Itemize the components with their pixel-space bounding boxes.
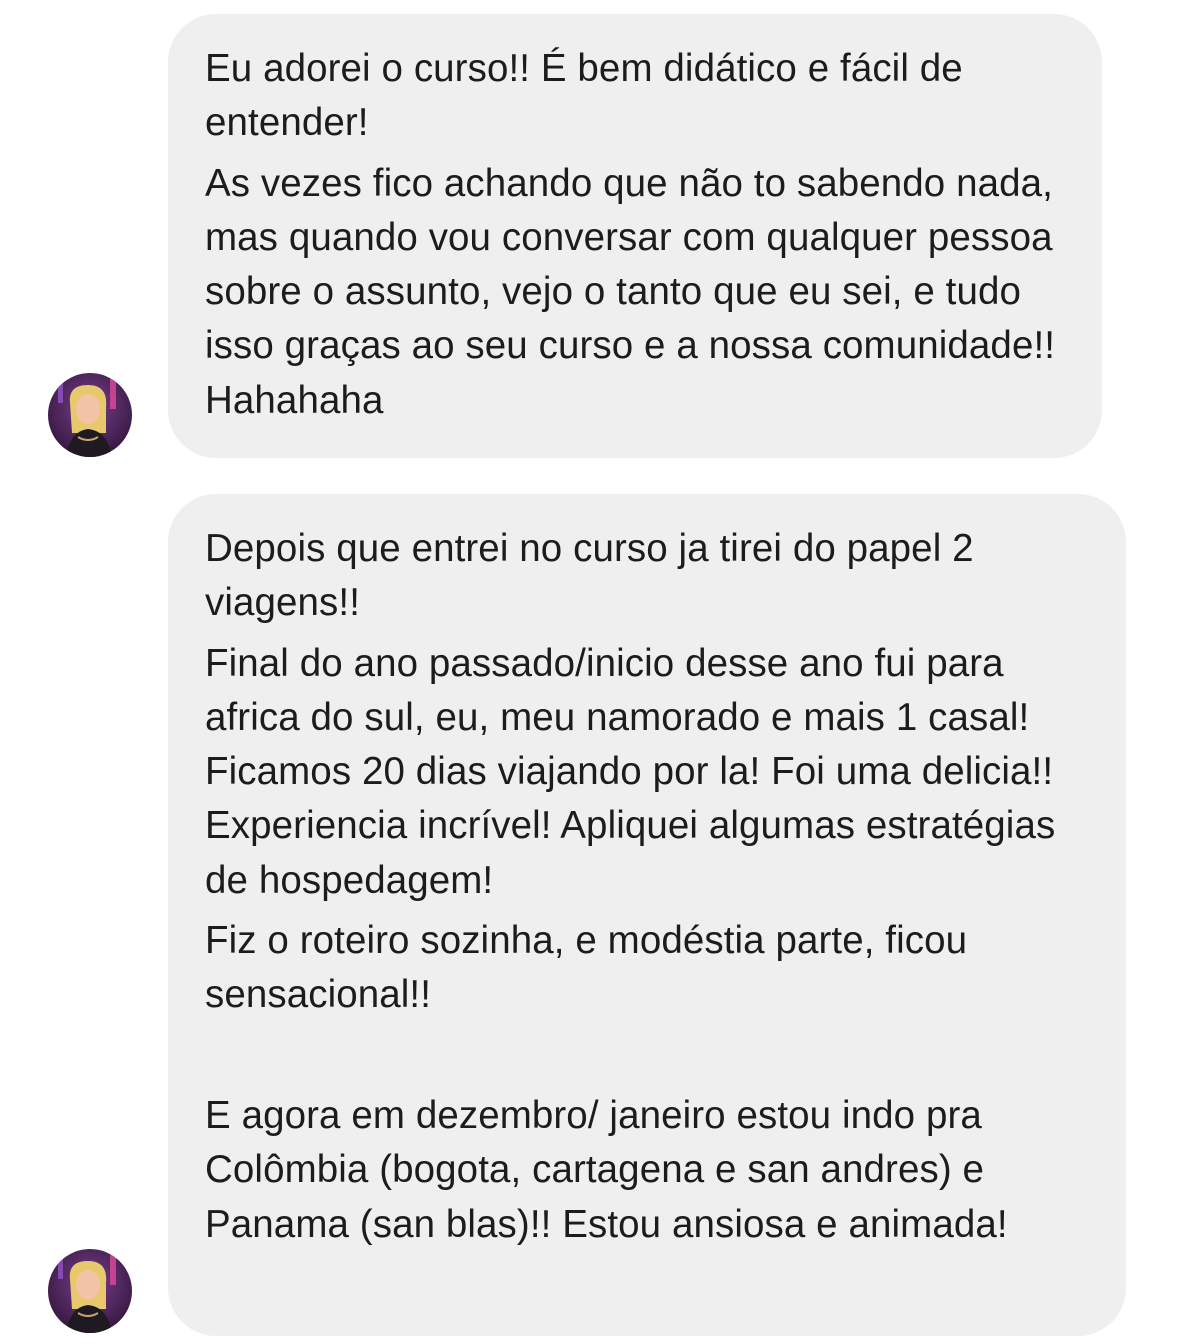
- message-bubble[interactable]: Eu adorei o curso!! É bem didático e fác…: [168, 14, 1102, 458]
- message-paragraph: As vezes fico achando que não to sabendo…: [205, 161, 1066, 422]
- avatar-photo: [48, 1249, 132, 1333]
- sender-avatar[interactable]: [48, 373, 132, 457]
- message-paragraph: Eu adorei o curso!! É bem didático e fác…: [205, 47, 974, 145]
- message-paragraph: Fiz o roteiro sozinha, e modéstia parte,…: [205, 919, 978, 1017]
- message-paragraph: Depois que entrei no curso ja tirei do p…: [205, 527, 985, 625]
- sender-avatar[interactable]: [48, 1249, 132, 1333]
- message-paragraph: Final do ano passado/inicio desse ano fu…: [205, 641, 1067, 902]
- message-bubble[interactable]: Depois que entrei no curso ja tirei do p…: [168, 494, 1126, 1336]
- avatar-photo: [48, 373, 132, 457]
- message-blank-line: [205, 1029, 1096, 1083]
- message-paragraph: E agora em dezembro/ janeiro estou indo …: [205, 1093, 1008, 1246]
